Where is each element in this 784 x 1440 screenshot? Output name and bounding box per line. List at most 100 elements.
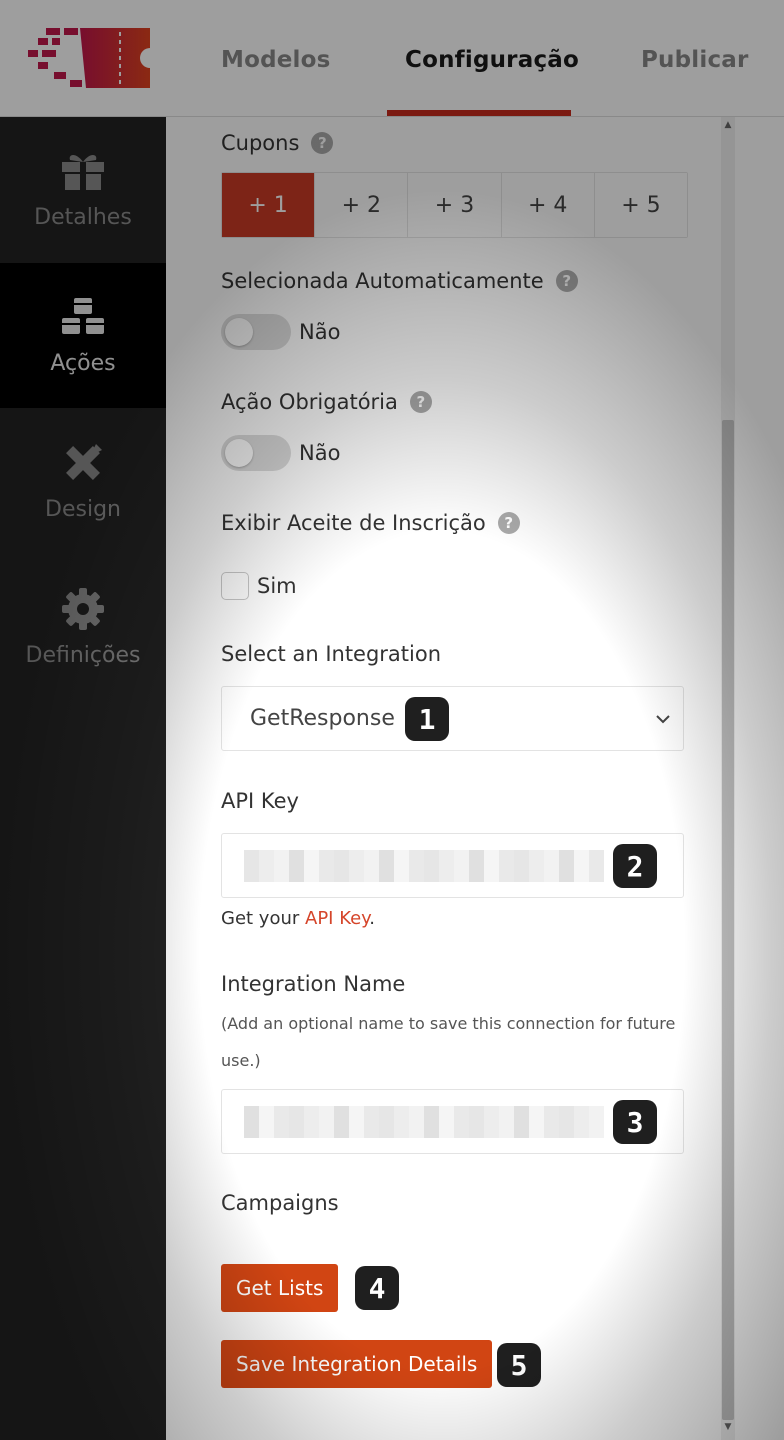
pixel-block (514, 850, 529, 882)
pixel-block (439, 850, 454, 882)
help-icon[interactable]: ? (497, 512, 520, 534)
pixel-block (304, 850, 319, 882)
coupon-option-3[interactable]: + 3 (407, 173, 501, 237)
subscription-checkbox[interactable] (221, 572, 249, 600)
pixel-block (424, 1106, 439, 1138)
integration-select-label: Select an Integration (221, 642, 442, 666)
pixel-block (589, 850, 604, 882)
pixel-block (514, 1106, 529, 1138)
coupons-label: Cupons? (221, 131, 334, 155)
coupon-option-2[interactable]: + 2 (314, 173, 408, 237)
integration-name-note: (Add an optional name to save this conne… (221, 1014, 676, 1070)
pixel-block (439, 1106, 454, 1138)
scrollbar-thumb[interactable] (722, 420, 734, 1420)
coupon-option-1[interactable]: + 1 (222, 173, 315, 237)
cubes-icon (59, 293, 107, 341)
pixel-block (319, 850, 334, 882)
pixel-block (409, 1106, 424, 1138)
coupon-option-5[interactable]: + 5 (593, 173, 688, 237)
scroll-up-icon[interactable]: ▲ (723, 120, 733, 130)
pixel-block (349, 850, 364, 882)
integration-name-label: Integration Name (221, 972, 406, 996)
sidebar-item-label: Design (45, 497, 121, 522)
mandatory-toggle[interactable] (221, 435, 291, 471)
scroll-down-icon[interactable]: ▼ (723, 1422, 733, 1432)
pixel-block (574, 1106, 589, 1138)
tab-modelos[interactable]: Modelos (221, 40, 331, 80)
pencil-ruler-icon (59, 439, 107, 487)
tab-publicar[interactable]: Publicar (641, 40, 749, 80)
api-key-link[interactable]: API Key (305, 908, 369, 929)
campaigns-label: Campaigns (221, 1191, 339, 1215)
sidebar-item-detalhes[interactable]: Detalhes (0, 117, 166, 262)
coupon-option-4[interactable]: + 4 (500, 173, 594, 237)
step-badge-2: 2 (613, 844, 657, 888)
sidebar-item-definicoes[interactable]: Definições (0, 555, 166, 700)
api-key-label: API Key (221, 789, 299, 813)
pixel-block (409, 850, 424, 882)
pixel-block (349, 1106, 364, 1138)
pixel-block (529, 850, 544, 882)
step-badge-1: 1 (405, 697, 449, 741)
pixel-block (469, 1106, 484, 1138)
auto-selected-label: Selecionada Automaticamente? (221, 269, 578, 293)
pixel-block (394, 1106, 409, 1138)
auto-selected-toggle-row: Não (221, 312, 340, 352)
toggle-knob (225, 318, 253, 346)
mandatory-action-label: Ação Obrigatória? (221, 390, 432, 414)
pixel-block (529, 1106, 544, 1138)
tab-configuracao[interactable]: Configuração (405, 40, 579, 80)
pixel-block (394, 850, 409, 882)
help-icon[interactable]: ? (409, 391, 432, 413)
pixel-block (364, 850, 379, 882)
gift-icon (59, 147, 107, 195)
mandatory-toggle-row: Não (221, 433, 340, 473)
pixel-block (559, 850, 574, 882)
pixel-block (364, 1106, 379, 1138)
pixel-block (289, 850, 304, 882)
scrollbar[interactable]: ▲ ▼ (721, 117, 735, 1440)
pixel-block (454, 850, 469, 882)
pixel-block (289, 1106, 304, 1138)
pixel-block (574, 850, 589, 882)
toggle-state-text: Não (299, 441, 341, 465)
sidebar-item-label: Ações (50, 351, 116, 376)
settings-panel: Cupons? + 1 + 2 + 3 + 4 + 5 Selecionada … (166, 117, 784, 1440)
save-integration-button[interactable]: Save Integration Details (221, 1340, 493, 1388)
auto-selected-toggle[interactable] (221, 314, 291, 350)
brand-logo (28, 28, 150, 88)
subscription-checkbox-row: Sim (221, 572, 297, 600)
sidebar: Detalhes Ações Design Definições (0, 117, 166, 1440)
sidebar-item-label: Definições (25, 643, 141, 668)
pixel-block (484, 850, 499, 882)
pixel-block (424, 850, 439, 882)
gear-icon (59, 585, 107, 633)
pixel-block (244, 850, 259, 882)
pixel-block (379, 1106, 394, 1138)
coupon-selector: + 1 + 2 + 3 + 4 + 5 (221, 172, 688, 238)
pixel-block (274, 850, 289, 882)
redacted-value (244, 1106, 604, 1138)
step-badge-4: 4 (355, 1266, 399, 1310)
pixel-block (334, 1106, 349, 1138)
checkbox-label: Sim (257, 574, 297, 598)
pixel-block (484, 1106, 499, 1138)
pixel-block (469, 850, 484, 882)
sidebar-item-design[interactable]: Design (0, 409, 166, 554)
pixel-block (499, 1106, 514, 1138)
pixel-block (544, 850, 559, 882)
help-icon[interactable]: ? (311, 132, 334, 154)
sidebar-item-acoes[interactable]: Ações (0, 263, 166, 408)
pixel-block (379, 850, 394, 882)
redacted-value (244, 850, 604, 882)
help-icon[interactable]: ? (555, 270, 578, 292)
toggle-state-text: Não (299, 320, 341, 344)
integration-select[interactable]: GetResponse (221, 686, 684, 751)
step-badge-3: 3 (613, 1100, 657, 1144)
pixel-block (304, 1106, 319, 1138)
pixel-block (499, 850, 514, 882)
integration-select-value: GetResponse (250, 706, 395, 731)
pixel-block (244, 1106, 259, 1138)
pixel-block (259, 850, 274, 882)
get-lists-button[interactable]: Get Lists (221, 1264, 339, 1312)
